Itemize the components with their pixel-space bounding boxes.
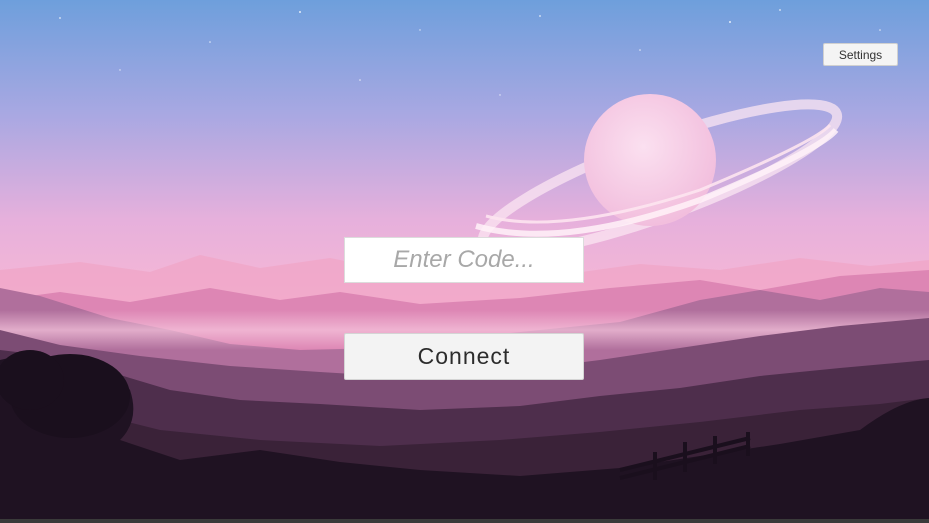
connect-button[interactable]: Connect [344,333,584,380]
code-input[interactable] [344,237,584,283]
settings-button[interactable]: Settings [823,43,898,66]
bottom-border [0,519,929,523]
game-menu-screen: Settings Connect [0,0,929,523]
